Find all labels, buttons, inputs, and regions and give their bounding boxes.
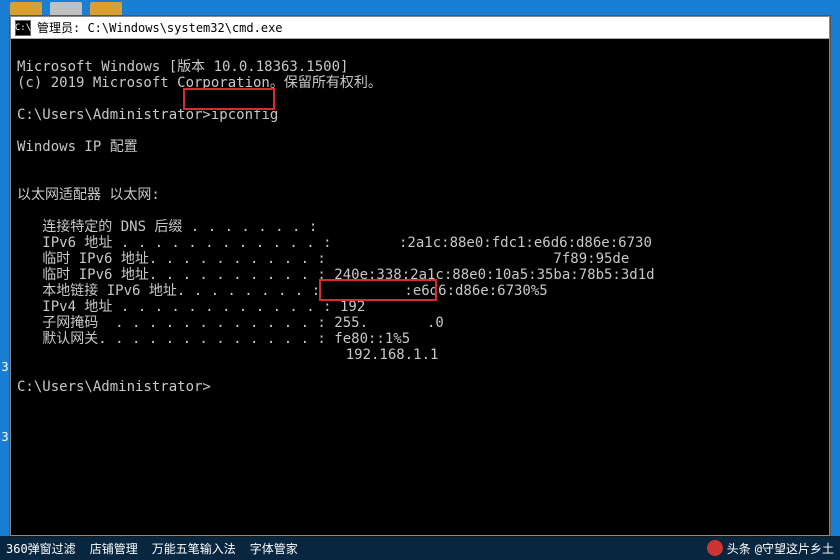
line: 临时 IPv6 地址. . . . . . . . . . : 240e:338… bbox=[17, 267, 655, 283]
window-titlebar[interactable]: C:\ 管理员: C:\Windows\system32\cmd.exe bbox=[11, 17, 829, 39]
watermark-author: 头条 @守望这片乡土 bbox=[707, 540, 834, 557]
line: 连接特定的 DNS 后缀 . . . . . . . : bbox=[17, 219, 317, 235]
line: (c) 2019 Microsoft Corporation。保留所有权利。 bbox=[17, 75, 382, 91]
desktop-taskbar-fragment bbox=[0, 0, 840, 16]
author-handle: @守望这片乡土 bbox=[755, 540, 834, 557]
wm-item[interactable]: 字体管家 bbox=[250, 540, 298, 557]
wm-item[interactable]: 店铺管理 bbox=[90, 540, 138, 557]
wm-item[interactable]: 万能五笔输入法 bbox=[152, 540, 236, 557]
command: ipconfig bbox=[211, 107, 278, 123]
line: 子网掩码 . . . . . . . . . . . . : 255. .0 bbox=[17, 315, 444, 331]
line: 以太网适配器 以太网: bbox=[17, 187, 160, 203]
line: Windows IP 配置 bbox=[17, 139, 138, 155]
terminal-output[interactable]: Microsoft Windows [版本 10.0.18363.1500] (… bbox=[11, 39, 829, 535]
watermark-bar: 360弹窗过滤 店铺管理 万能五笔输入法 字体管家 头条 @守望这片乡土 bbox=[0, 536, 840, 560]
line: IPv4 地址 . . . . . . . . . . . . : 192 bbox=[17, 299, 365, 315]
line: 192.168.1.1 bbox=[17, 347, 438, 363]
source-label: 头条 bbox=[727, 540, 751, 557]
left-marker: 3 bbox=[0, 430, 10, 444]
line: IPv6 地址 . . . . . . . . . . . . : :2a1c:… bbox=[17, 235, 652, 251]
left-marker: 3 bbox=[0, 360, 10, 374]
prompt: C:\Users\Administrator> bbox=[17, 107, 211, 123]
prompt: C:\Users\Administrator> bbox=[17, 379, 211, 395]
wm-item[interactable]: 360弹窗过滤 bbox=[6, 540, 76, 557]
taskbar-item[interactable] bbox=[50, 2, 82, 16]
taskbar-item[interactable] bbox=[10, 2, 42, 16]
cmd-window: C:\ 管理员: C:\Windows\system32\cmd.exe Mic… bbox=[10, 16, 830, 536]
watermark-links: 360弹窗过滤 店铺管理 万能五笔输入法 字体管家 bbox=[6, 540, 298, 557]
line: 默认网关. . . . . . . . . . . . . : fe80::1%… bbox=[17, 331, 410, 347]
cmd-icon: C:\ bbox=[15, 20, 31, 36]
line: 临时 IPv6 地址. . . . . . . . . . : 7f89:95d… bbox=[17, 251, 629, 267]
line: Microsoft Windows [版本 10.0.18363.1500] bbox=[17, 59, 348, 75]
window-title: 管理员: C:\Windows\system32\cmd.exe bbox=[37, 19, 283, 36]
line: 本地链接 IPv6 地址. . . . . . . . : :e6d6:d86e… bbox=[17, 283, 548, 299]
avatar-icon bbox=[707, 540, 723, 556]
taskbar-item[interactable] bbox=[90, 2, 122, 16]
